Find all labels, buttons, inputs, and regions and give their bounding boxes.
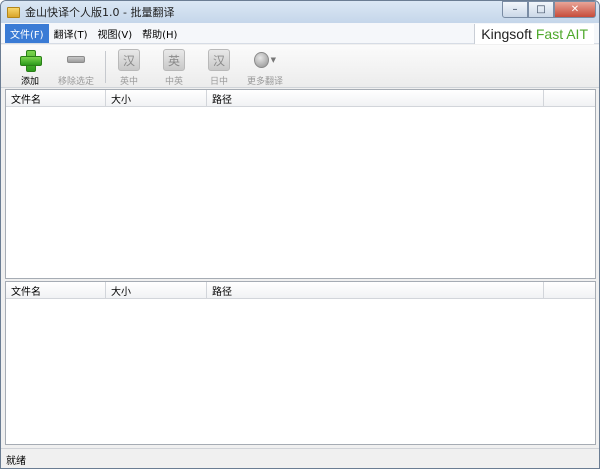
toolbar-separator (105, 51, 106, 83)
column-size[interactable]: 大小 (106, 90, 207, 107)
brand-name: Kingsoft (481, 26, 532, 42)
status-bar: 就绪 (1, 448, 599, 468)
source-list-header: 文件名 大小 路径 (6, 90, 595, 107)
app-folder-icon (7, 6, 20, 18)
column-size[interactable]: 大小 (106, 282, 207, 299)
status-text: 就绪 (6, 455, 26, 467)
remove-selected-button[interactable]: 移除选定 (53, 49, 99, 87)
column-extra[interactable] (544, 90, 595, 107)
ja-zh-label: 日中 (209, 77, 228, 87)
chevron-down-icon: ▼ (270, 56, 276, 64)
column-filename[interactable]: 文件名 (6, 90, 106, 107)
window-controls: – □ ✕ (502, 1, 596, 18)
title-bar[interactable]: 金山快译个人版1.0 - 批量翻译 – □ ✕ (1, 1, 599, 23)
en-zh-button[interactable]: 汉 英中 (114, 49, 144, 87)
add-label: 添加 (20, 77, 39, 87)
column-path[interactable]: 路径 (207, 90, 544, 107)
toolbar: 添加 移除选定 汉 英中 英 中英 汉 日中 ▼ 更多翻译 (1, 45, 599, 88)
zh-en-button[interactable]: 英 中英 (159, 49, 189, 87)
plus-icon (19, 49, 42, 72)
more-translate-button[interactable]: ▼ 更多翻译 (242, 49, 288, 87)
ja-zh-button[interactable]: 汉 日中 (204, 49, 234, 87)
more-translate-disc (254, 52, 269, 68)
brand-product: Fast AIT (535, 26, 588, 42)
more-translate-icon: ▼ (254, 49, 276, 71)
minus-icon (67, 56, 85, 63)
column-extra[interactable] (544, 282, 595, 299)
en-zh-icon: 汉 (118, 49, 140, 71)
remove-selected-label: 移除选定 (57, 77, 94, 87)
result-list-header: 文件名 大小 路径 (6, 282, 595, 299)
app-window: 金山快译个人版1.0 - 批量翻译 – □ ✕ 文件(F) 翻译(T) 视图(V… (0, 0, 600, 469)
menu-help[interactable]: 帮助(H) (137, 24, 182, 43)
source-file-list[interactable]: 文件名 大小 路径 (5, 89, 596, 279)
maximize-button[interactable]: □ (528, 1, 554, 18)
menu-translate[interactable]: 翻译(T) (49, 24, 93, 43)
zh-en-label: 中英 (164, 77, 183, 87)
column-path[interactable]: 路径 (207, 282, 544, 299)
column-filename[interactable]: 文件名 (6, 282, 106, 299)
ja-zh-icon: 汉 (208, 49, 230, 71)
minimize-button[interactable]: – (502, 1, 528, 18)
brand-logo: Kingsoft Fast AIT (474, 24, 594, 44)
more-translate-label: 更多翻译 (246, 77, 283, 87)
add-button[interactable]: 添加 (13, 49, 47, 87)
close-button[interactable]: ✕ (554, 1, 596, 18)
window-title: 金山快译个人版1.0 - 批量翻译 (25, 6, 175, 19)
zh-en-icon: 英 (163, 49, 185, 71)
menu-file[interactable]: 文件(F) (5, 23, 49, 43)
result-file-list[interactable]: 文件名 大小 路径 (5, 281, 596, 445)
menu-view[interactable]: 视图(V) (92, 24, 137, 43)
en-zh-label: 英中 (119, 77, 138, 87)
